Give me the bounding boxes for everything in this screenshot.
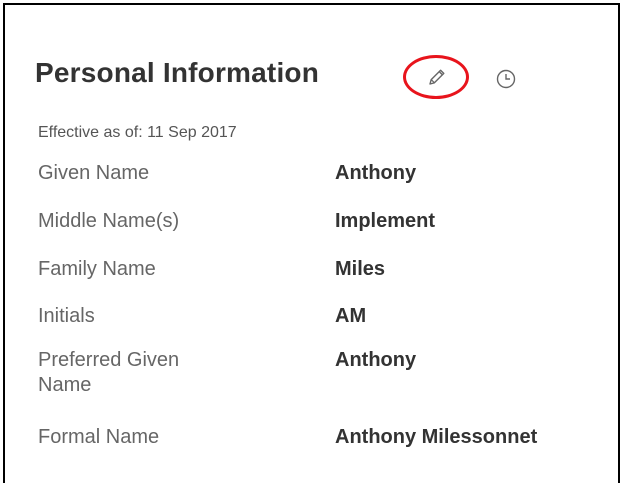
personal-information-panel: Personal Information Effective as of: 11… bbox=[3, 3, 620, 483]
section-header: Personal Information bbox=[35, 57, 319, 89]
field-label: Middle Name(s) bbox=[38, 210, 180, 232]
effective-date: Effective as of: 11 Sep 2017 bbox=[38, 124, 237, 141]
field-value: AM bbox=[335, 305, 367, 327]
field-label: Family Name bbox=[38, 258, 156, 280]
field-value: Miles bbox=[335, 258, 386, 280]
field-value: Anthony Milessonnet bbox=[335, 426, 538, 448]
field-label: Preferred Given Name bbox=[38, 349, 180, 396]
edit-button[interactable] bbox=[403, 55, 473, 105]
field-label: Given Name bbox=[38, 162, 150, 184]
clock-icon[interactable] bbox=[494, 67, 518, 91]
pencil-icon[interactable] bbox=[425, 65, 449, 89]
field-label: Formal Name bbox=[38, 426, 160, 448]
section-title: Personal Information bbox=[35, 57, 320, 88]
field-value: Anthony bbox=[335, 349, 417, 371]
field-value: Implement bbox=[335, 210, 436, 232]
field-label: Initials bbox=[38, 305, 95, 327]
field-value: Anthony bbox=[335, 162, 417, 184]
